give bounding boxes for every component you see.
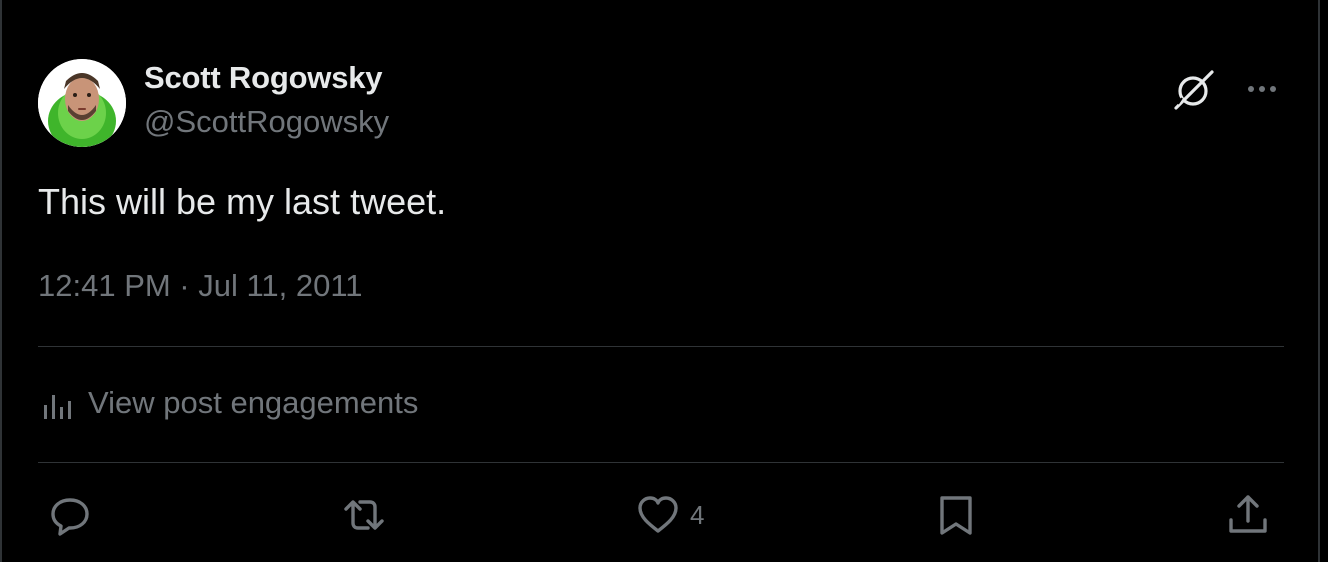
tweet-text: This will be my last tweet. <box>38 181 447 222</box>
divider <box>38 346 1284 347</box>
share-icon <box>1229 495 1267 533</box>
avatar[interactable] <box>38 59 126 147</box>
view-engagements-button[interactable]: View post engagements <box>40 381 418 425</box>
view-engagements-label: View post engagements <box>88 385 419 420</box>
card-border-right <box>1318 0 1320 562</box>
share-button[interactable] <box>1226 492 1270 538</box>
grok-icon[interactable] <box>1172 68 1216 112</box>
more-icon[interactable] <box>1244 74 1280 104</box>
tweet-timestamp[interactable]: 12:41 PM · Jul 11, 2011 <box>38 268 363 304</box>
repost-button[interactable] <box>342 492 386 538</box>
heart-icon <box>638 496 678 533</box>
reply-button[interactable] <box>48 492 92 538</box>
like-button[interactable]: 4 <box>636 492 704 538</box>
reply-icon <box>51 498 89 536</box>
author-handle[interactable]: @ScottRogowsky <box>144 104 389 140</box>
card-border-left <box>0 0 2 562</box>
like-count: 4 <box>690 499 705 530</box>
bookmark-icon <box>940 496 972 535</box>
divider <box>38 462 1284 463</box>
analytics-icon <box>44 395 71 419</box>
repost-icon <box>344 500 384 530</box>
tweet-card: Scott Rogowsky @ScottRogowsky This will … <box>0 0 1328 562</box>
author-display-name[interactable]: Scott Rogowsky <box>144 60 383 96</box>
bookmark-button[interactable] <box>934 492 978 538</box>
